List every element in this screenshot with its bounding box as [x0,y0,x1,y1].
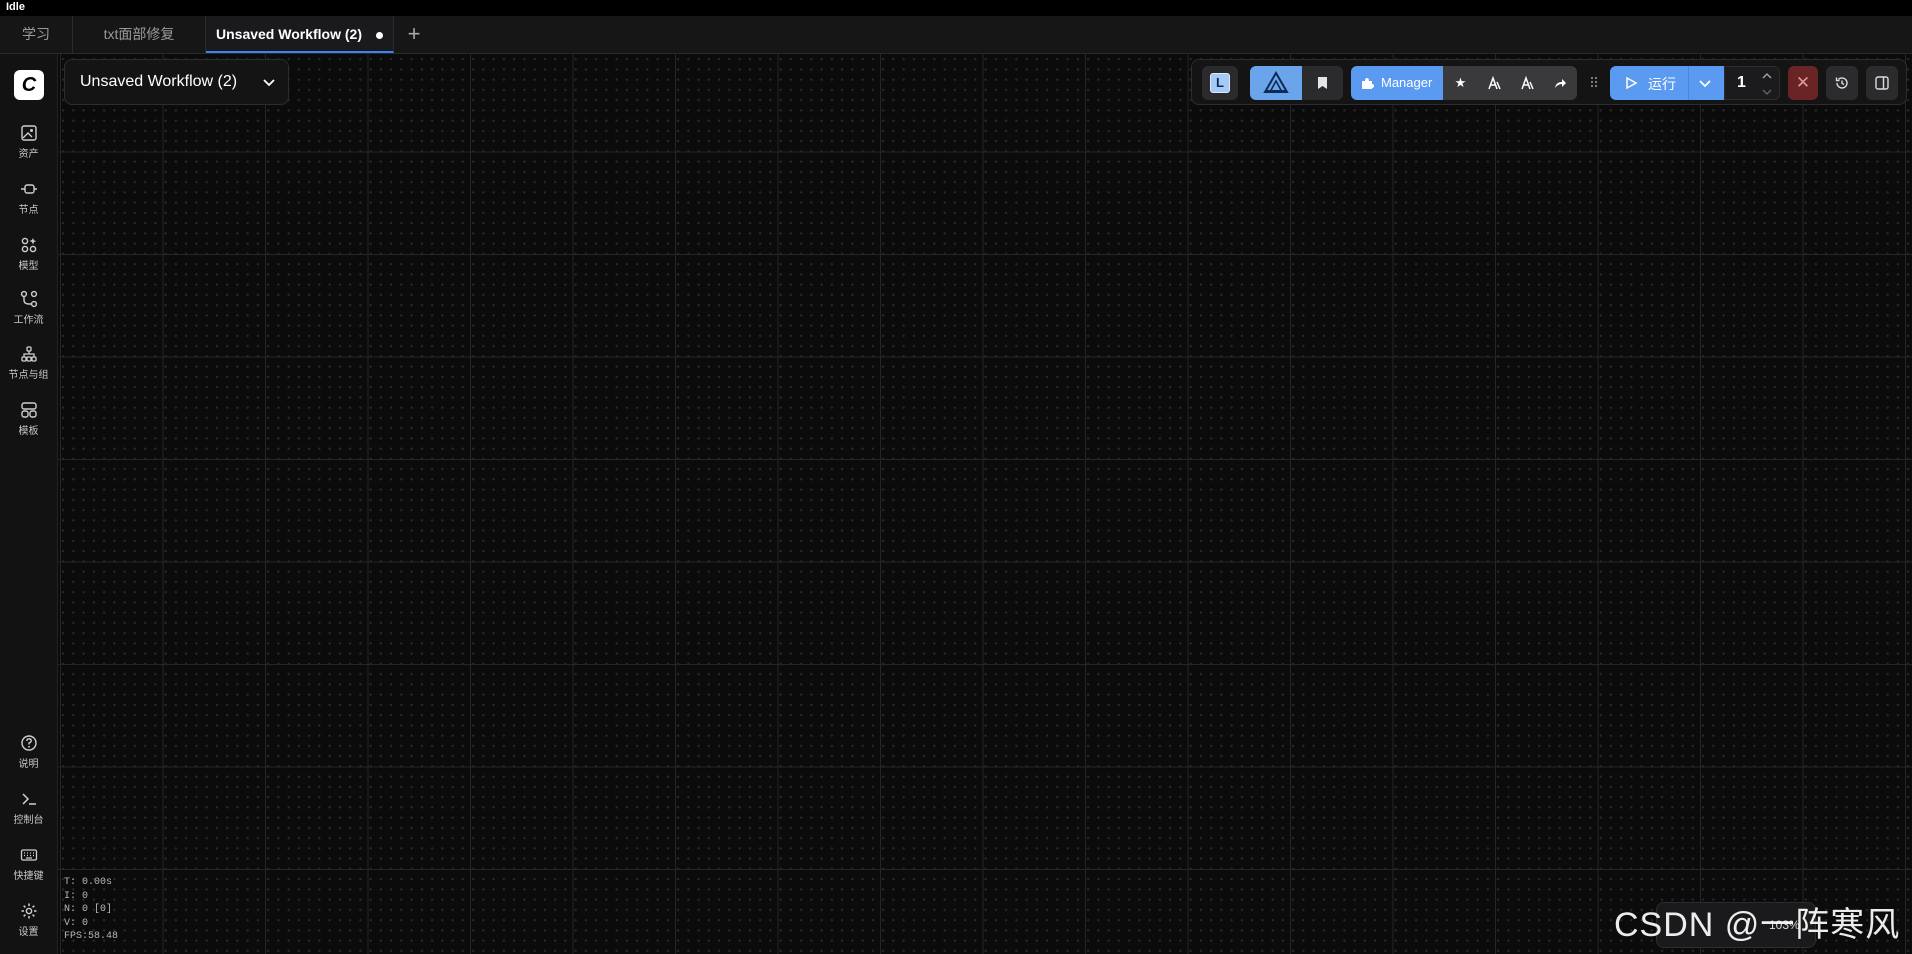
share-arrow-icon [1554,79,1566,88]
sidebar-item-label: 资产 [18,149,39,160]
add-tab-button[interactable]: + [400,16,428,53]
stat-v: V: 0 [64,917,89,929]
help-icon [20,735,37,751]
sidebar-item-workflows[interactable]: 工作流 [0,290,57,336]
stat-i: I: 0 [64,890,89,902]
close-icon: ✕ [1795,73,1811,92]
model-b-button[interactable] [1510,66,1543,100]
tab-learning[interactable]: 学习 [0,16,73,53]
node-canvas[interactable] [58,54,1912,954]
l-badge: L [1216,75,1224,90]
cancel-run-button[interactable]: ✕ [1788,66,1818,100]
stat-time: T: 0.00s [64,877,113,888]
keyboard-icon [20,849,37,861]
star-button[interactable]: ★ [1444,66,1477,100]
a-logo-icon [1520,75,1534,90]
manager-label: Manager [1381,75,1433,90]
chevron-down-icon [263,79,275,87]
unsaved-dot-icon [376,31,383,39]
sidebar-item-label: 控制台 [13,815,44,826]
run-button[interactable]: 运行 [1610,66,1724,100]
sidebar-item-help[interactable]: 说明 [0,734,57,780]
sidebar-panel-icon [1875,76,1889,90]
sidebar-item-settings[interactable]: 设置 [0,902,57,948]
logo-icon: C [21,74,37,96]
run-label: 运行 [1648,76,1676,92]
sidebar-item-label: 节点 [18,205,39,216]
sidebar-item-label: 工作流 [13,315,44,326]
sidebar-item-models[interactable]: 模型 [0,236,57,282]
template-icon [20,402,37,418]
chevron-down-icon[interactable] [1696,74,1714,92]
drag-handle-icon[interactable] [1590,72,1598,92]
share-button[interactable] [1543,66,1576,100]
status-text: Idle [6,1,25,13]
model-toolbar-group [1250,66,1343,100]
stat-fps: FPS:58.48 [64,931,119,942]
tab-face-repair[interactable]: txt面部修复 [73,16,206,53]
node-group-icon [20,346,37,362]
sidebar-item-nodes[interactable]: 节点 [0,180,57,226]
sidebar-item-shortcuts[interactable]: 快捷键 [0,846,57,892]
tab-label: 学习 [22,26,50,42]
star-icon: ★ [1454,75,1467,90]
sidebar-item-label: 说明 [18,759,39,770]
tab-label: txt面部修复 [103,26,175,42]
workflow-title: Unsaved Workflow (2) [80,73,238,90]
sidebar-item-label: 模板 [18,426,39,437]
queue-count: 1 [1737,74,1746,91]
node-icon [20,184,37,194]
app-logo[interactable]: C [14,70,44,100]
stepper-arrows-icon[interactable] [1761,71,1773,97]
watermark: CSDN @一阵寒风 [1614,906,1901,944]
model-icon [21,237,36,253]
model-a-button[interactable] [1477,66,1510,100]
sidebar-item-label: 快捷键 [13,871,44,882]
a-logo-icon [1487,75,1501,90]
bookmark-icon [1318,77,1327,89]
tab-bar: 学习 txt面部修复 Unsaved Workflow (2) [0,16,1912,54]
mountain-logo-icon [1263,71,1289,93]
sidebar-item-label: 节点与组 [8,370,49,381]
sidebar-item-templates[interactable]: 模板 [0,401,57,447]
sidebar-item-label: 模型 [18,261,39,272]
history-icon [1835,77,1848,89]
mountain-button[interactable] [1250,66,1302,100]
sidebar-item-assets[interactable]: 资产 [0,124,57,170]
tab-unsaved-workflow[interactable]: Unsaved Workflow (2) [206,16,394,53]
workflow-icon [20,290,37,308]
history-button[interactable] [1826,66,1858,100]
manager-button[interactable]: Manager [1351,66,1443,100]
queue-count-stepper[interactable]: 1 [1724,66,1780,100]
puzzle-icon [1362,78,1374,89]
left-sidebar: C 资产 节点 模型 工作流 节点与组 模板 说明 控制台 快捷键 设置 [0,54,58,954]
canvas-stats: T: 0.00s I: 0 N: 0 [0] V: 0 FPS:58.48 [64,876,118,944]
gear-icon [21,903,36,919]
tab-label: Unsaved Workflow (2) [216,26,362,42]
bookmark-button[interactable] [1302,66,1343,100]
workflow-title-dropdown[interactable]: Unsaved Workflow (2) [64,59,289,105]
sidebar-item-console[interactable]: 控制台 [0,790,57,836]
play-icon [1626,76,1638,90]
top-toolbar: L Manager ★ 运行 1 ✕ [1191,59,1907,105]
toggle-panel-button[interactable] [1866,66,1898,100]
manager-toolbar-group: Manager ★ [1351,66,1577,100]
stat-nodes: N: 0 [0] [64,904,113,915]
sidebar-item-node-groups[interactable]: 节点与组 [0,345,57,391]
l-button[interactable]: L [1202,66,1238,100]
window-titlebar: Idle [0,0,1912,16]
sidebar-item-label: 设置 [18,927,39,938]
terminal-icon [21,793,36,805]
image-icon [20,125,37,141]
